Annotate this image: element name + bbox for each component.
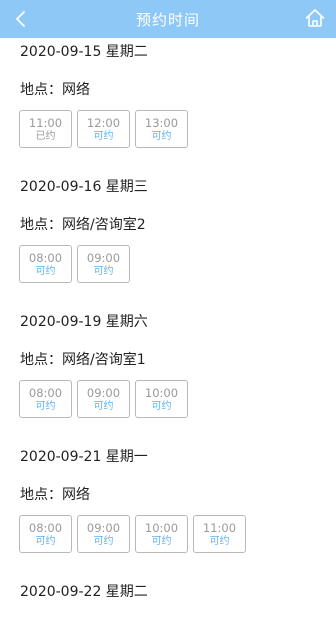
slot-time: 08:00 <box>28 385 63 400</box>
time-slot[interactable]: 08:00 可约 <box>19 245 72 283</box>
slot-time: 10:00 <box>144 520 179 535</box>
slot-row: 08:00 可约 09:00 可约 10:00 可约 <box>19 380 188 418</box>
slot-status: 可约 <box>35 400 56 412</box>
time-slot[interactable]: 09:00 可约 <box>77 515 130 553</box>
slot-status: 可约 <box>93 265 114 277</box>
slot-status: 可约 <box>151 130 172 142</box>
day-location: 地点：网络 <box>20 82 90 98</box>
day-location: 地点：网络 <box>20 487 90 503</box>
day-date: 2020-09-21 星期一 <box>20 449 148 465</box>
slot-time: 11:00 <box>28 115 63 130</box>
day-date: 2020-09-22 星期二 <box>20 584 148 600</box>
day-location: 地点：网络/咨询室2 <box>20 217 146 233</box>
slot-status: 可约 <box>93 130 114 142</box>
time-slot[interactable]: 09:00 可约 <box>77 245 130 283</box>
time-slot[interactable]: 12:00 可约 <box>77 110 130 148</box>
home-icon[interactable] <box>304 7 326 29</box>
page-title: 预约时间 <box>135 10 200 29</box>
slot-status: 可约 <box>93 535 114 547</box>
slot-time: 09:00 <box>86 250 121 265</box>
slot-row: 08:00 可约 09:00 可约 <box>19 245 130 283</box>
time-slot[interactable]: 08:00 可约 <box>19 515 72 553</box>
slot-status: 可约 <box>35 535 56 547</box>
slot-status: 可约 <box>151 535 172 547</box>
day-date: 2020-09-19 星期六 <box>20 314 148 330</box>
schedule-list: 2020-09-15 星期二 地点：网络 11:00 已约 12:00 可约 1… <box>0 38 336 617</box>
slot-time: 08:00 <box>28 250 63 265</box>
slot-row: 08:00 可约 09:00 可约 10:00 可约 11:00 可约 <box>19 515 246 553</box>
time-slot[interactable]: 08:00 可约 <box>19 380 72 418</box>
slot-status: 已约 <box>35 130 56 142</box>
slot-time: 09:00 <box>86 520 121 535</box>
slot-time: 08:00 <box>28 520 63 535</box>
day-location: 地点：网络/咨询室1 <box>20 352 146 368</box>
time-slot[interactable]: 10:00 可约 <box>135 515 188 553</box>
time-slot[interactable]: 10:00 可约 <box>135 380 188 418</box>
slot-status: 可约 <box>93 400 114 412</box>
day-date: 2020-09-16 星期三 <box>20 179 148 195</box>
slot-time: 10:00 <box>144 385 179 400</box>
slot-time: 13:00 <box>144 115 179 130</box>
slot-time: 09:00 <box>86 385 121 400</box>
day-date: 2020-09-15 星期二 <box>20 44 148 60</box>
time-slot[interactable]: 11:00 可约 <box>193 515 246 553</box>
time-slot[interactable]: 09:00 可约 <box>77 380 130 418</box>
slot-time: 11:00 <box>202 520 237 535</box>
slot-status: 可约 <box>209 535 230 547</box>
slot-row: 11:00 已约 12:00 可约 13:00 可约 <box>19 110 188 148</box>
time-slot[interactable]: 11:00 已约 <box>19 110 72 148</box>
slot-status: 可约 <box>151 400 172 412</box>
slot-status: 可约 <box>35 265 56 277</box>
navbar: 预约时间 <box>0 0 336 38</box>
slot-time: 12:00 <box>86 115 121 130</box>
back-arrow-icon[interactable] <box>12 9 32 29</box>
time-slot[interactable]: 13:00 可约 <box>135 110 188 148</box>
